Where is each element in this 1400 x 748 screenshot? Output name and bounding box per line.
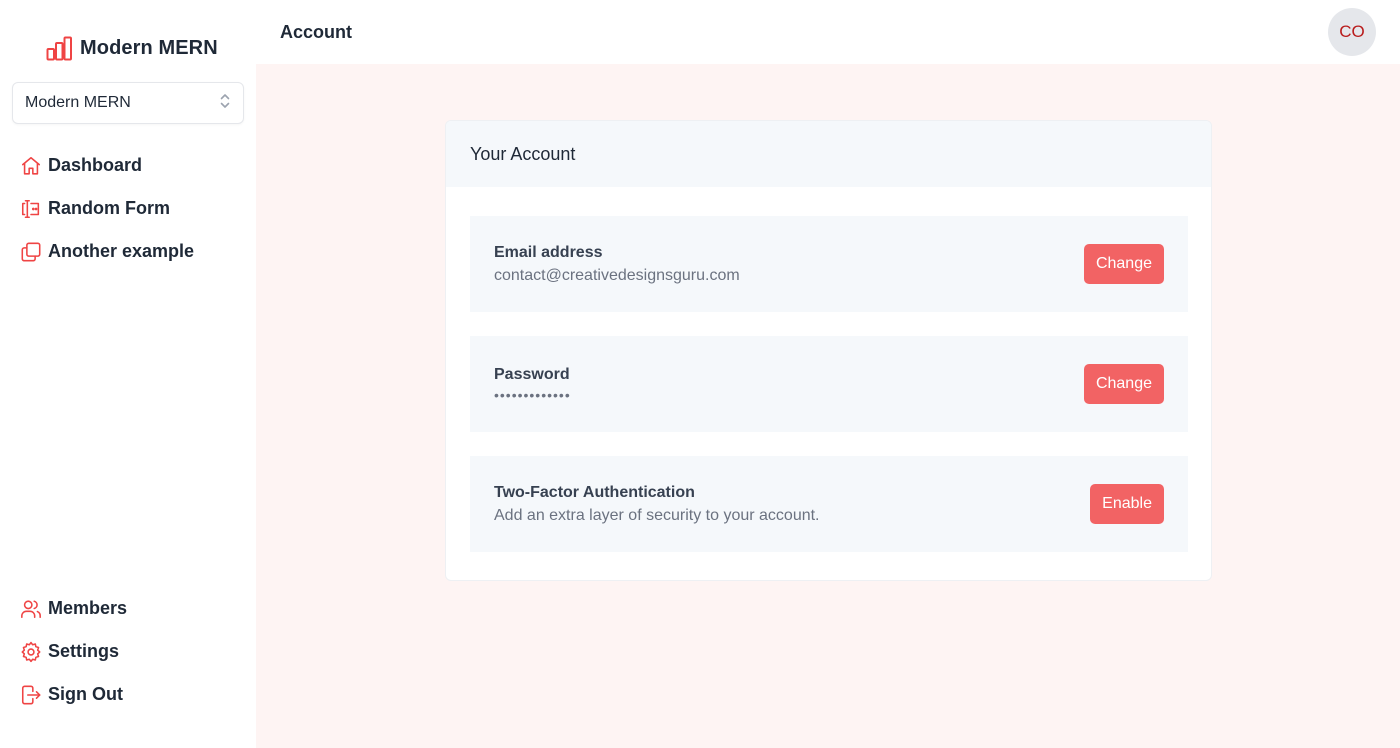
account-card-header: Your Account bbox=[446, 121, 1211, 187]
sidebar-nav-secondary: Members Settings Sign Out bbox=[20, 587, 250, 716]
users-icon bbox=[20, 598, 42, 620]
two-factor-label: Two-Factor Authentication bbox=[494, 483, 695, 501]
avatar[interactable]: CO bbox=[1328, 8, 1376, 56]
password-label: Password bbox=[494, 365, 570, 383]
brand[interactable]: Modern MERN bbox=[46, 34, 218, 62]
sidebar-item-random-form[interactable]: Random Form bbox=[20, 187, 250, 230]
sidebar-item-dashboard[interactable]: Dashboard bbox=[20, 144, 250, 187]
two-factor-info: Two-Factor Authentication Add an extra l… bbox=[494, 484, 820, 525]
sidebar-item-another-example[interactable]: Another example bbox=[20, 230, 250, 273]
sidebar-nav-main: Dashboard Random Form Another example bbox=[20, 144, 250, 273]
organization-select[interactable]: Modern MERN bbox=[12, 82, 244, 124]
sidebar-item-sign-out[interactable]: Sign Out bbox=[20, 673, 250, 716]
sidebar-item-settings[interactable]: Settings bbox=[20, 630, 250, 673]
sidebar: Modern MERN Modern MERN Dashboard Random… bbox=[0, 0, 256, 748]
account-card: Your Account Email address contact@creat… bbox=[445, 120, 1212, 581]
sign-out-icon bbox=[20, 684, 42, 706]
avatar-initials: CO bbox=[1339, 22, 1365, 41]
sidebar-item-label: Settings bbox=[48, 641, 120, 661]
enable-two-factor-button[interactable]: Enable bbox=[1090, 484, 1164, 524]
brand-name: Modern MERN bbox=[80, 36, 218, 59]
bar-chart-icon bbox=[46, 36, 73, 61]
copy-icon bbox=[20, 241, 42, 263]
password-value: ••••••••••••• bbox=[494, 386, 571, 403]
sidebar-item-members[interactable]: Members bbox=[20, 587, 250, 630]
form-icon bbox=[20, 198, 42, 220]
sidebar-item-label: Members bbox=[48, 598, 128, 618]
email-label: Email address bbox=[494, 243, 603, 261]
organization-select-value: Modern MERN bbox=[25, 94, 131, 111]
chevron-up-down-icon bbox=[219, 92, 231, 115]
password-row: Password ••••••••••••• Change bbox=[470, 336, 1188, 432]
email-info: Email address contact@creativedesignsgur… bbox=[494, 244, 740, 285]
sidebar-item-label: Another example bbox=[48, 241, 195, 261]
email-row: Email address contact@creativedesignsgur… bbox=[470, 216, 1188, 312]
home-icon bbox=[20, 155, 42, 177]
two-factor-row: Two-Factor Authentication Add an extra l… bbox=[470, 456, 1188, 552]
change-password-button[interactable]: Change bbox=[1083, 364, 1164, 404]
main-content: Your Account Email address contact@creat… bbox=[256, 64, 1400, 748]
email-value: contact@creativedesignsguru.com bbox=[494, 266, 740, 284]
sidebar-item-label: Sign Out bbox=[48, 684, 123, 704]
sidebar-item-label: Random Form bbox=[48, 198, 171, 218]
page-title: Account bbox=[280, 22, 352, 42]
sidebar-item-label: Dashboard bbox=[48, 155, 143, 175]
change-email-button[interactable]: Change bbox=[1083, 244, 1164, 284]
gear-icon bbox=[20, 641, 42, 663]
password-info: Password ••••••••••••• bbox=[494, 366, 571, 403]
two-factor-description: Add an extra layer of security to your a… bbox=[494, 506, 820, 524]
account-card-title: Your Account bbox=[470, 143, 576, 164]
top-bar: Account CO bbox=[256, 0, 1400, 64]
